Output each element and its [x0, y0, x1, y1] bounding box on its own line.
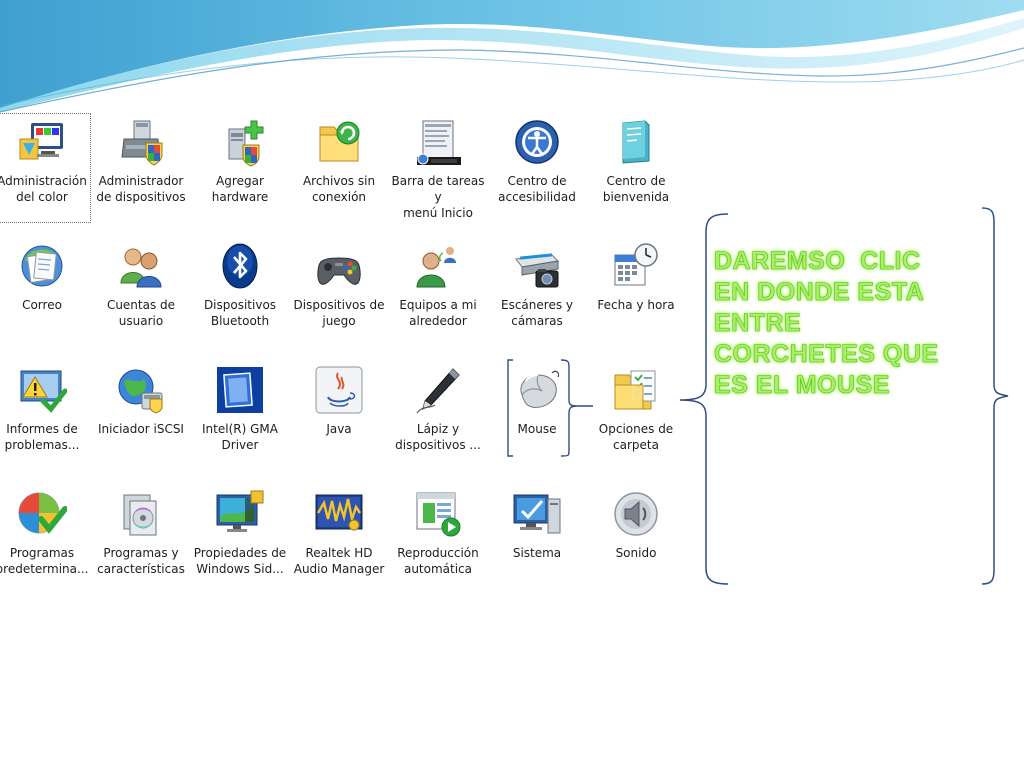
instruction-line: EN DONDE ESTA [714, 278, 925, 307]
control-panel-item[interactable]: Dispositivos de juego [290, 237, 388, 347]
control-panel-item-label: Sistema [512, 546, 562, 560]
control-panel-item[interactable]: Archivos sin conexión [290, 113, 388, 223]
mouse-bracket-highlight [507, 359, 593, 457]
add-hardware-icon [215, 117, 265, 167]
control-panel-item[interactable]: Centro de bienvenida [587, 113, 685, 223]
control-panel-item[interactable]: Intel(R) GMA Driver [191, 361, 289, 471]
pen-input-icon [413, 365, 463, 415]
control-panel-item[interactable]: Java [290, 361, 388, 471]
control-panel-item[interactable]: Iniciador iSCSI [92, 361, 190, 471]
control-panel-item-label: Equipos a mi alrededor [399, 298, 477, 328]
control-panel-item[interactable]: Administrador de dispositivos [92, 113, 190, 223]
game-controller-icon [314, 241, 364, 291]
control-panel-item-label: Agregar hardware [211, 174, 269, 204]
device-manager-icon [116, 117, 166, 167]
control-panel-item[interactable]: Escáneres y cámaras [488, 237, 586, 347]
control-panel-item-label: Dispositivos de juego [293, 298, 385, 328]
header-wave-decoration [0, 0, 1024, 113]
taskbar-start-menu-icon [413, 117, 463, 167]
control-panel-item[interactable]: Lápiz y dispositivos ... [389, 361, 487, 471]
control-panel-item[interactable]: Dispositivos Bluetooth [191, 237, 289, 347]
control-panel-item[interactable]: Informes de problemas... [0, 361, 91, 471]
control-panel-item[interactable]: Programas y características [92, 485, 190, 595]
control-panel-item-label: Programas y características [97, 546, 185, 576]
control-panel-item-label: Lápiz y dispositivos ... [395, 422, 481, 452]
control-panel-item[interactable]: Propiedades de Windows Sid... [191, 485, 289, 595]
control-panel-item[interactable]: Cuentas de usuario [92, 237, 190, 347]
default-programs-icon [17, 489, 67, 539]
control-panel-item-label: Opciones de carpeta [598, 422, 674, 452]
control-panel-item[interactable]: Sistema [488, 485, 586, 595]
system-icon [512, 489, 562, 539]
people-near-me-icon [413, 241, 463, 291]
control-panel-item-label: Intel(R) GMA Driver [202, 422, 278, 452]
control-panel-item[interactable]: Barra de tareas y menú Inicio [389, 113, 487, 223]
control-panel-item[interactable]: Fecha y hora [587, 237, 685, 347]
control-panel-item-label: Administración del color [0, 174, 87, 204]
control-panel-item-label: Dispositivos Bluetooth [203, 298, 277, 328]
programs-features-icon [116, 489, 166, 539]
mail-icon [17, 241, 67, 291]
realtek-audio-icon [314, 489, 364, 539]
control-panel-item-label: Sonido [615, 546, 657, 560]
control-panel-item[interactable]: Sonido [587, 485, 685, 595]
user-accounts-icon [116, 241, 166, 291]
instruction-text: DAREMSO CLIC EN DONDE ESTA ENTRE CORCHET… [714, 246, 984, 401]
control-panel-item-label: Centro de accesibilidad [498, 174, 576, 204]
sound-icon [611, 489, 661, 539]
intel-gma-icon [215, 365, 265, 415]
color-management-icon [17, 117, 67, 167]
control-panel-item[interactable]: Agregar hardware [191, 113, 289, 223]
date-time-icon [611, 241, 661, 291]
sidebar-properties-icon [215, 489, 265, 539]
problem-reports-icon [17, 365, 67, 415]
control-panel-item[interactable]: Administración del color [0, 113, 91, 223]
control-panel-item-label: Centro de bienvenida [602, 174, 670, 204]
control-panel-item-label: Programas predetermina... [0, 546, 89, 576]
control-panel-item-label: Iniciador iSCSI [98, 422, 184, 436]
java-icon [314, 365, 364, 415]
control-panel-item-label: Barra de tareas y menú Inicio [391, 174, 485, 220]
scanner-camera-icon [512, 241, 562, 291]
instruction-line: ENTRE [714, 309, 802, 338]
control-panel-item-label: Realtek HD Audio Manager [293, 546, 385, 576]
control-panel-item-label: Archivos sin conexión [302, 174, 376, 204]
control-panel-item[interactable]: Realtek HD Audio Manager [290, 485, 388, 595]
control-panel-item-label: Reproducción automática [397, 546, 479, 576]
control-panel-item-label: Cuentas de usuario [106, 298, 176, 328]
bluetooth-icon [215, 241, 265, 291]
ease-of-access-icon [512, 117, 562, 167]
welcome-center-icon [611, 117, 661, 167]
control-panel-item[interactable]: Reproducción automática [389, 485, 487, 595]
control-panel-item[interactable]: Centro de accesibilidad [488, 113, 586, 223]
instruction-line: DAREMSO CLIC [714, 247, 921, 276]
control-panel-item-label: Correo [22, 298, 62, 312]
folder-options-icon [611, 365, 661, 415]
control-panel-item[interactable]: Correo [0, 237, 91, 347]
control-panel-item[interactable]: Equipos a mi alrededor [389, 237, 487, 347]
autoplay-icon [413, 489, 463, 539]
control-panel-item-label: Administrador de dispositivos [96, 174, 186, 204]
control-panel-icon-grid: Administración del color Administrador de… [0, 113, 680, 583]
iscsi-initiator-icon [116, 365, 166, 415]
control-panel-item-label: Informes de problemas... [4, 422, 80, 452]
control-panel-item-label: Java [326, 422, 352, 436]
control-panel-item-label: Fecha y hora [597, 298, 675, 312]
control-panel-item-label: Escáneres y cámaras [501, 298, 573, 328]
instruction-line: CORCHETES QUE [714, 340, 939, 369]
control-panel-item[interactable]: Opciones de carpeta [587, 361, 685, 471]
instruction-line: ES EL MOUSE [714, 371, 890, 400]
offline-files-icon [314, 117, 364, 167]
control-panel-item-label: Propiedades de Windows Sid... [193, 546, 287, 576]
control-panel-item[interactable]: Programas predetermina... [0, 485, 91, 595]
